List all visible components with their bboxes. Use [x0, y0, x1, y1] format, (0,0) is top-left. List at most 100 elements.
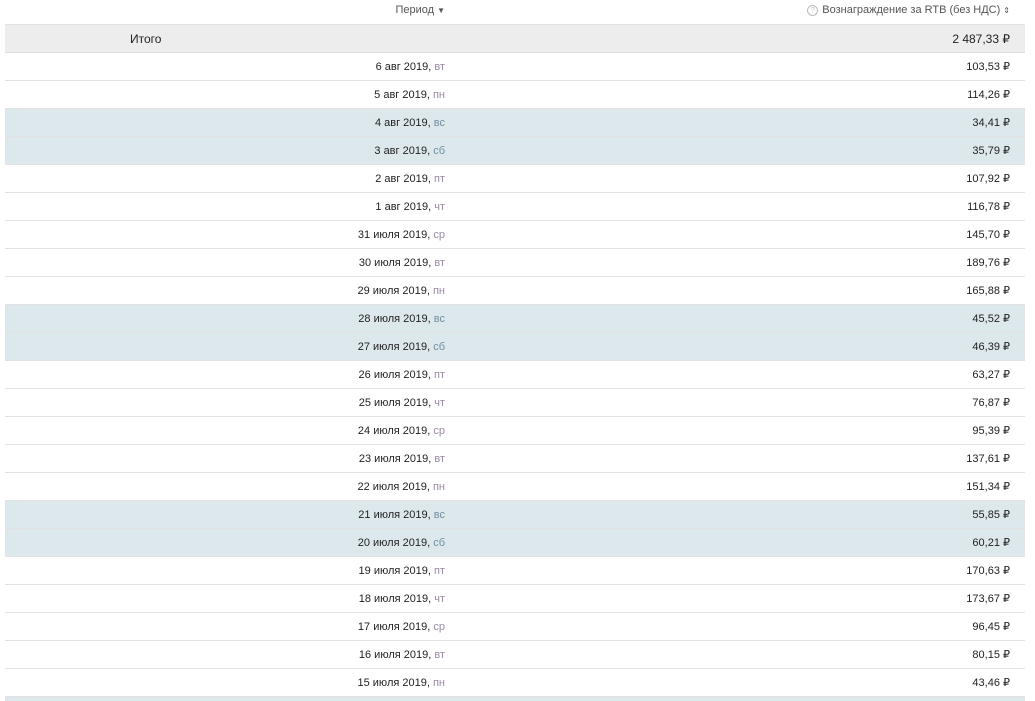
- date: 4 авг 2019,: [374, 117, 431, 129]
- period-cell: 2 авг 2019, пт: [375, 165, 445, 193]
- date: 24 июля 2019,: [357, 425, 431, 437]
- table-row: 15 июля 2019, пн 43,46 ₽: [5, 669, 1025, 697]
- reward-value: 63,27 ₽: [972, 369, 1010, 381]
- reward-value: 35,79 ₽: [972, 145, 1010, 157]
- table-row: 18 июля 2019, чт 173,67 ₽: [5, 585, 1025, 613]
- table-row: 6 авг 2019, вт 103,53 ₽: [5, 53, 1025, 81]
- table-row: 31 июля 2019, ср 145,70 ₽: [5, 221, 1025, 249]
- date: 31 июля 2019,: [357, 229, 431, 241]
- date: 1 авг 2019,: [375, 201, 432, 213]
- weekday: вт: [434, 649, 445, 661]
- weekday: пт: [434, 565, 445, 577]
- date: 22 июля 2019,: [357, 481, 430, 493]
- period-cell: 20 июля 2019, сб: [358, 529, 445, 557]
- table-row: 16 июля 2019, вт 80,15 ₽: [5, 641, 1025, 669]
- reward-column-header[interactable]: ? Вознаграждение за RTB (без НДС) ⇕: [807, 0, 1010, 21]
- table-row: 22 июля 2019, пн 151,34 ₽: [5, 473, 1025, 501]
- weekday: вт: [434, 453, 445, 465]
- period-cell: 23 июля 2019, вт: [359, 445, 445, 473]
- period-cell: 18 июля 2019, чт: [359, 585, 445, 613]
- table-row: 28 июля 2019, вс 45,52 ₽: [5, 305, 1025, 333]
- period-cell: 15 июля 2019, пн: [358, 669, 446, 697]
- table-row: 27 июля 2019, сб 46,39 ₽: [5, 333, 1025, 361]
- period-cell: 1 авг 2019, чт: [375, 193, 445, 221]
- reward-value: 80,15 ₽: [972, 649, 1010, 661]
- weekday: пт: [434, 173, 445, 185]
- weekday: чт: [434, 201, 445, 213]
- period-cell: 6 авг 2019, вт: [376, 53, 445, 81]
- table-row: 23 июля 2019, вт 137,61 ₽: [5, 445, 1025, 473]
- date: 5 авг 2019,: [374, 89, 430, 101]
- date: 18 июля 2019,: [358, 593, 432, 605]
- help-icon[interactable]: ?: [807, 5, 819, 16]
- reward-value: 173,67 ₽: [966, 593, 1010, 605]
- reward-header-label: Вознаграждение за RTB (без НДС): [822, 4, 1001, 16]
- period-cell: 17 июля 2019, ср: [358, 613, 445, 641]
- reward-value: 96,45 ₽: [972, 621, 1010, 633]
- table-row: 21 июля 2019, вс 55,85 ₽: [5, 501, 1025, 529]
- date: 21 июля 2019,: [358, 509, 431, 521]
- period-cell: 19 июля 2019, пт: [359, 557, 445, 585]
- reward-value: 170,63 ₽: [966, 565, 1010, 577]
- date: 28 июля 2019,: [358, 313, 431, 325]
- reward-value: 34,41 ₽: [972, 117, 1010, 129]
- weekday: сб: [433, 341, 445, 353]
- period-column-header[interactable]: Период ▼: [395, 0, 445, 21]
- weekday: вс: [433, 117, 445, 129]
- reward-value: 46,39 ₽: [972, 341, 1010, 353]
- weekday: вт: [434, 61, 445, 73]
- table-row: 4 авг 2019, вс 34,41 ₽: [5, 109, 1025, 137]
- period-cell: 24 июля 2019, ср: [358, 417, 445, 445]
- weekday: пн: [432, 481, 445, 493]
- date: 17 июля 2019,: [357, 621, 431, 633]
- table-row: 3 авг 2019, сб 35,79 ₽: [5, 137, 1025, 165]
- weekday: чт: [434, 397, 445, 409]
- weekday: вс: [433, 509, 445, 521]
- table-row: 24 июля 2019, ср 95,39 ₽: [5, 417, 1025, 445]
- weekday: сб: [433, 537, 445, 549]
- weekday: сб: [433, 145, 445, 157]
- table-row: 30 июля 2019, вт 189,76 ₽: [5, 249, 1025, 277]
- reward-value: 189,76 ₽: [966, 257, 1010, 269]
- reward-value: 95,39 ₽: [972, 425, 1010, 437]
- total-row: Итого 2 487,33 ₽: [5, 25, 1025, 53]
- reward-value: 60,21 ₽: [972, 537, 1010, 549]
- sort-icon: ⇕: [1003, 6, 1010, 15]
- period-cell: 26 июля 2019, пт: [359, 361, 445, 389]
- weekday: чт: [434, 593, 445, 605]
- period-cell: 28 июля 2019, вс: [358, 305, 445, 333]
- period-cell: 22 июля 2019, пн: [358, 473, 446, 501]
- date: 16 июля 2019,: [358, 649, 432, 661]
- weekday: ср: [433, 621, 445, 633]
- reward-value: 165,88 ₽: [966, 285, 1010, 297]
- table-header: Период ▼ ? Вознаграждение за RTB (без НДС)…: [5, 0, 1025, 25]
- date: 6 авг 2019,: [375, 61, 432, 73]
- date: 2 авг 2019,: [375, 173, 431, 185]
- table-row: 29 июля 2019, пн 165,88 ₽: [5, 277, 1025, 305]
- weekday: вс: [433, 313, 445, 325]
- table-row: 26 июля 2019, пт 63,27 ₽: [5, 361, 1025, 389]
- reward-value: 107,92 ₽: [966, 173, 1010, 185]
- reward-value: 116,78 ₽: [967, 201, 1010, 213]
- reward-value: 145,70 ₽: [966, 229, 1010, 241]
- weekday: пн: [432, 89, 445, 101]
- reward-value: 43,46 ₽: [972, 677, 1010, 689]
- period-cell: 31 июля 2019, ср: [358, 221, 445, 249]
- table-row-partial: [5, 697, 1025, 701]
- date: 19 июля 2019,: [358, 565, 431, 577]
- date: 3 авг 2019,: [374, 145, 431, 157]
- period-cell: 27 июля 2019, сб: [358, 333, 445, 361]
- reward-value: 103,53 ₽: [966, 61, 1010, 73]
- table-row: 25 июля 2019, чт 76,87 ₽: [5, 389, 1025, 417]
- weekday: ср: [433, 425, 445, 437]
- table-row: 19 июля 2019, пт 170,63 ₽: [5, 557, 1025, 585]
- stats-table: Период ▼ ? Вознаграждение за RTB (без НДС)…: [5, 0, 1025, 701]
- table-row: 5 авг 2019, пн 114,26 ₽: [5, 81, 1025, 109]
- date: 20 июля 2019,: [357, 537, 431, 549]
- reward-value: 137,61 ₽: [966, 453, 1010, 465]
- weekday: пн: [432, 285, 445, 297]
- period-cell: 21 июля 2019, вс: [358, 501, 445, 529]
- period-cell: 4 авг 2019, вс: [375, 109, 445, 137]
- table-row: 1 авг 2019, чт 116,78 ₽: [5, 193, 1025, 221]
- period-header-label: Период: [395, 4, 435, 16]
